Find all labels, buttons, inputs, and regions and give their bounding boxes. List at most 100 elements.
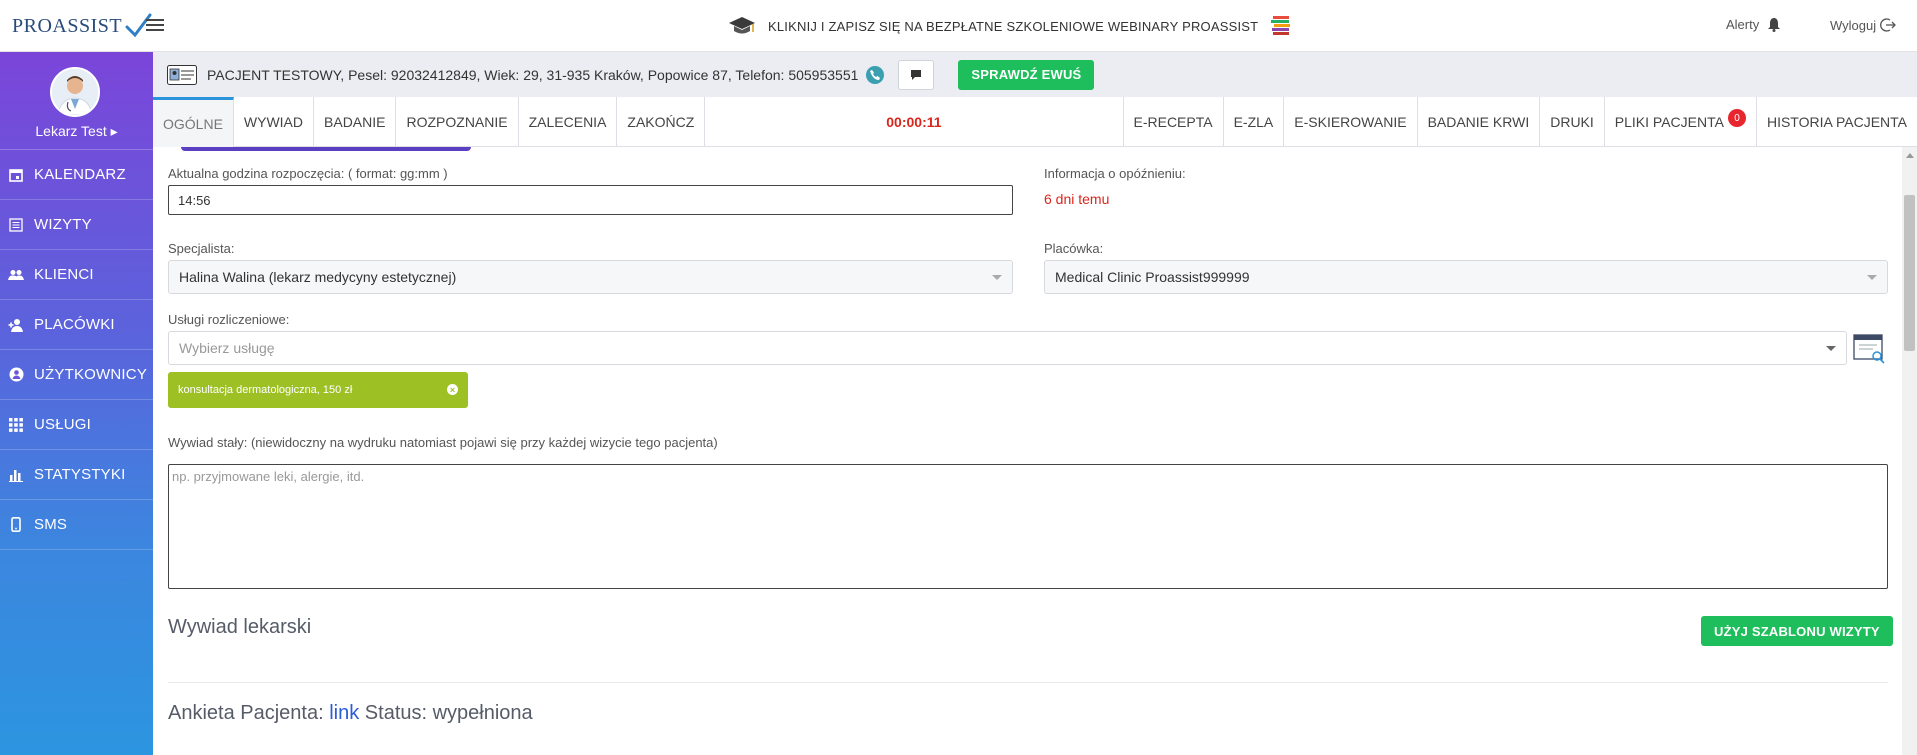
users-icon <box>8 267 24 283</box>
services-list-icon[interactable] <box>1853 332 1885 364</box>
sidebar-item-uzytkownicy[interactable]: UŻYTKOWNICY <box>0 350 153 400</box>
start-time-input[interactable]: 14:56 <box>168 185 1013 215</box>
books-icon <box>1271 16 1291 35</box>
visit-tabs: OGÓLNE WYWIAD BADANIE ROZPOZNANIE ZALECE… <box>153 97 1917 147</box>
visit-timer: 00:00:11 <box>886 114 942 130</box>
user-profile: Lekarz Test ▸ <box>0 52 153 150</box>
avatar[interactable] <box>50 67 100 117</box>
sidebar-item-kalendarz[interactable]: KALENDARZ <box>0 150 153 200</box>
delay-label: Informacja o opóźnieniu: <box>1044 166 1186 181</box>
tab-pliki-pacjenta[interactable]: PLIKI PACJENTA 0 <box>1603 97 1756 147</box>
comment-icon <box>911 69 922 80</box>
user-plus-icon <box>8 317 24 333</box>
sidebar-item-klienci[interactable]: KLIENCI <box>0 250 153 300</box>
facility-label: Placówka: <box>1044 241 1104 256</box>
user-name[interactable]: Lekarz Test ▸ <box>0 123 153 140</box>
alerts-button[interactable]: Alerty <box>1726 17 1781 32</box>
delay-value: 6 dni temu <box>1044 191 1110 207</box>
user-circle-icon <box>8 367 24 383</box>
sidebar-item-label: KALENDARZ <box>34 166 126 183</box>
sidebar-item-label: SMS <box>34 516 68 533</box>
scrolled-element-edge <box>181 147 471 151</box>
tab-e-zla[interactable]: E-ZLA <box>1222 97 1284 147</box>
chevron-down-icon <box>1826 346 1836 351</box>
survey-status: Status: wypełniona <box>364 702 533 724</box>
chevron-down-icon <box>1867 275 1877 280</box>
survey-prefix: Ankieta Pacjenta: <box>168 702 324 724</box>
use-template-button[interactable]: UŻYJ SZABLONU WIZYTY <box>1701 616 1893 646</box>
tab-ogolne[interactable]: OGÓLNE <box>153 97 234 147</box>
phone-icon[interactable] <box>866 65 885 84</box>
sidebar-item-wizyty[interactable]: WIZYTY <box>0 200 153 250</box>
sidebar-item-sms[interactable]: SMS <box>0 500 153 550</box>
tab-historia-pacjenta[interactable]: HISTORIA PACJENTA <box>1755 97 1917 147</box>
webinar-text: KLIKNIJ I ZAPISZ SIĘ NA BEZPŁATNE SZKOLE… <box>768 18 1259 34</box>
sidebar-item-placowki[interactable]: PLACÓWKI <box>0 300 153 350</box>
menu-toggle-icon[interactable] <box>146 16 164 34</box>
list-icon <box>8 217 24 233</box>
facility-select[interactable]: Medical Clinic Proassist999999 <box>1044 260 1888 294</box>
divider <box>168 682 1888 683</box>
logout-icon <box>1880 18 1897 32</box>
main-content: Aktualna godzina rozpoczęcia: ( format: … <box>153 147 1898 755</box>
tab-zalecenia[interactable]: ZALECENIA <box>519 97 618 147</box>
tab-rozpoznanie[interactable]: ROZPOZNANIE <box>396 97 519 147</box>
tab-e-recepta[interactable]: E-RECEPTA <box>1122 97 1223 147</box>
graduation-cap-icon <box>729 17 755 34</box>
patient-info: PACJENT TESTOWY, Pesel: 92032412849, Wie… <box>207 66 859 83</box>
sidebar-item-label: PLACÓWKI <box>34 316 115 333</box>
doctor-avatar-icon <box>52 69 98 115</box>
bar-chart-icon <box>8 467 24 483</box>
top-bar: PROASSIST KLIKNIJ I ZAPISZ SIĘ NA BEZPŁA… <box>0 0 1917 52</box>
specialist-label: Specjalista: <box>168 241 235 256</box>
services-select[interactable]: Wybierz usługę <box>168 331 1847 365</box>
sidebar-item-label: WIZYTY <box>34 216 92 233</box>
facility-value: Medical Clinic Proassist999999 <box>1055 269 1250 285</box>
history-label: Wywiad stały: (niewidoczny na wydruku na… <box>168 435 718 450</box>
logout-button[interactable]: Wyloguj <box>1830 17 1897 33</box>
selected-service-label: konsultacja dermatologiczna, 150 zł <box>178 384 353 396</box>
start-time-label: Aktualna godzina rozpoczęcia: ( format: … <box>168 166 448 181</box>
sidebar-item-uslugi[interactable]: USŁUGI <box>0 400 153 450</box>
patient-survey-line: Ankieta Pacjenta: link Status: wypełnion… <box>168 702 533 725</box>
webinar-banner[interactable]: KLIKNIJ I ZAPISZ SIĘ NA BEZPŁATNE SZKOLE… <box>728 12 1292 40</box>
check-ewus-button[interactable]: SPRAWDŹ EWUŚ <box>958 59 1095 90</box>
sidebar-item-label: UŻYTKOWNICY <box>34 366 148 383</box>
calendar-icon <box>8 167 24 183</box>
sidebar-item-label: STATYSTYKI <box>34 466 126 483</box>
tab-zakoncz[interactable]: ZAKOŃCZ <box>617 97 706 147</box>
sidebar: Lekarz Test ▸ KALENDARZ WIZYTY KLIENCI P… <box>0 52 153 755</box>
message-button[interactable] <box>898 59 935 90</box>
history-textarea[interactable]: np. przyjmowane leki, alergie, itd. <box>168 464 1888 589</box>
tab-badanie-krwi[interactable]: BADANIE KRWI <box>1416 97 1540 147</box>
mobile-icon <box>8 517 24 533</box>
sidebar-item-statystyki[interactable]: STATYSTYKI <box>0 450 153 500</box>
sidebar-item-label: KLIENCI <box>34 266 94 283</box>
services-placeholder: Wybierz usługę <box>179 340 275 356</box>
selected-service-tag: konsultacja dermatologiczna, 150 zł × <box>168 372 468 408</box>
tab-druki[interactable]: DRUKI <box>1539 97 1604 147</box>
chevron-down-icon <box>992 275 1002 280</box>
specialist-value: Halina Walina (lekarz medycyny estetyczn… <box>179 269 457 285</box>
specialist-select[interactable]: Halina Walina (lekarz medycyny estetyczn… <box>168 260 1013 294</box>
scroll-thumb[interactable] <box>1904 195 1915 351</box>
sidebar-item-label: USŁUGI <box>34 416 92 433</box>
content-scrollbar[interactable] <box>1902 147 1917 755</box>
services-label: Usługi rozliczeniowe: <box>168 312 290 327</box>
patient-bar: PACJENT TESTOWY, Pesel: 92032412849, Wie… <box>153 52 1917 97</box>
logo-text: PROASSIST <box>12 14 123 37</box>
tab-badanie[interactable]: BADANIE <box>314 97 397 147</box>
files-count-badge: 0 <box>1727 109 1746 127</box>
tab-wywiad[interactable]: WYWIAD <box>234 97 315 147</box>
remove-tag-icon[interactable]: × <box>447 384 458 395</box>
bell-icon <box>1768 18 1781 32</box>
tab-e-skierowanie[interactable]: E-SKIEROWANIE <box>1283 97 1416 147</box>
proassist-logo[interactable]: PROASSIST <box>12 10 152 42</box>
tab-label: PLIKI PACJENTA <box>1614 114 1724 130</box>
alerts-label: Alerty <box>1726 17 1760 32</box>
scroll-up-arrow-icon[interactable] <box>1906 153 1914 158</box>
survey-link[interactable]: link <box>329 702 359 724</box>
logout-label: Wyloguj <box>1830 17 1877 33</box>
id-card-icon <box>167 64 197 85</box>
medical-history-title: Wywiad lekarski <box>168 616 312 638</box>
